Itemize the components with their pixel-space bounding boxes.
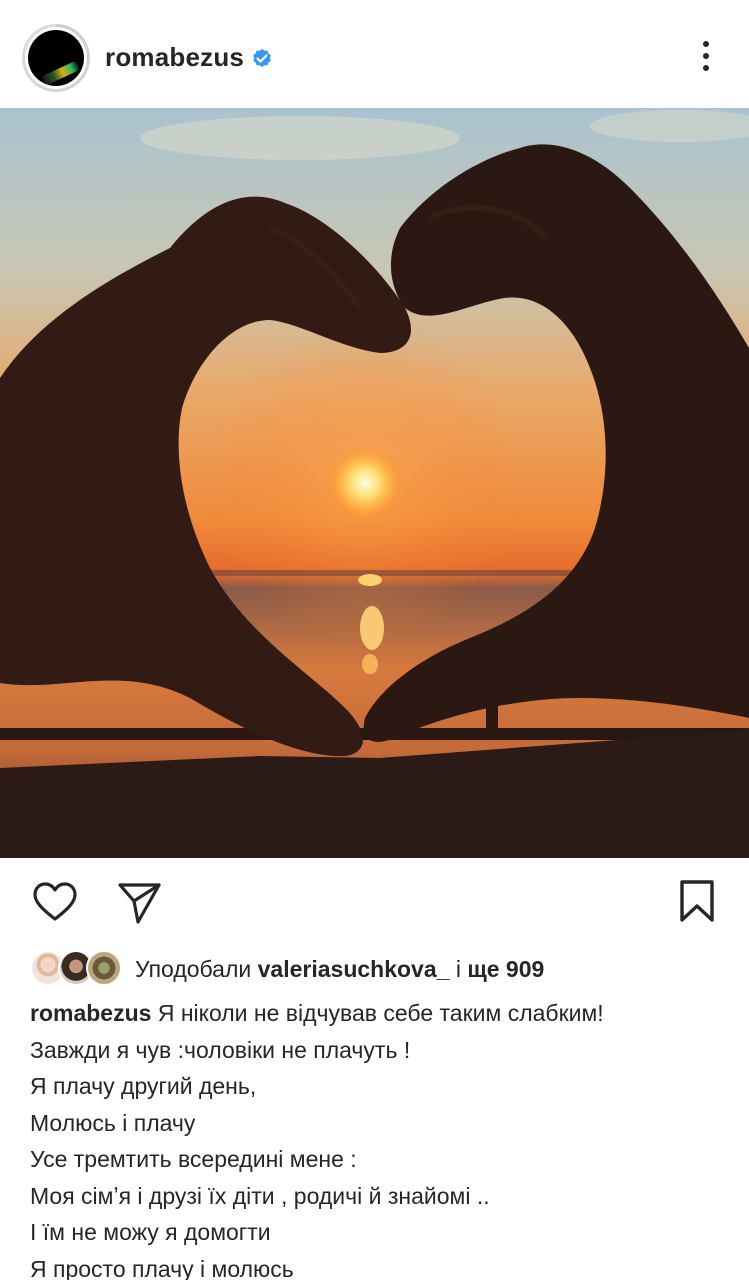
verified-badge-icon (253, 49, 271, 67)
avatar-image (28, 30, 84, 86)
more-options-icon[interactable] (694, 38, 718, 78)
post-header: romabezus (0, 0, 749, 108)
likes-text: Уподобали valeriasuchkova_ і ще 909 (135, 956, 544, 983)
likes-prefix: Уподобали (135, 956, 252, 982)
bookmark-icon[interactable] (674, 878, 720, 924)
caption-username[interactable]: romabezus (30, 1000, 151, 1026)
caption-line: Я ніколи не відчував себе таким слабким! (157, 1000, 604, 1026)
post-photo[interactable] (0, 108, 749, 858)
author-avatar[interactable] (22, 24, 90, 92)
caption-line: Завжди я чув :чоловіки не плачуть ! (30, 1036, 411, 1063)
caption-line: І їм не можу я домогти (30, 1219, 271, 1245)
post-actions (0, 858, 749, 948)
likes-summary[interactable]: Уподобали valeriasuchkova_ і ще 909 (30, 948, 730, 988)
liker-username[interactable]: valeriasuchkova_ (258, 956, 450, 982)
likes-count[interactable]: ще 909 (467, 956, 544, 982)
caption-line: Я просто плачу і молюсь (30, 1255, 294, 1280)
likes-connector: і (455, 956, 461, 982)
caption-line: Усе тремтить всередині мене : (30, 1146, 357, 1172)
author-username[interactable]: romabezus (105, 42, 244, 73)
caption-line: Я плачу другий день, (30, 1073, 257, 1099)
heart-icon[interactable] (32, 880, 78, 926)
liker-avatar (86, 950, 122, 986)
caption-line: Моя сімʼя і друзі їх діти , родичі й зна… (30, 1182, 490, 1209)
post-caption: romabezus Я ніколи не відчував себе таки… (30, 995, 730, 1280)
caption-line: Молюсь і плачу (30, 1109, 196, 1136)
send-icon[interactable] (117, 880, 163, 926)
